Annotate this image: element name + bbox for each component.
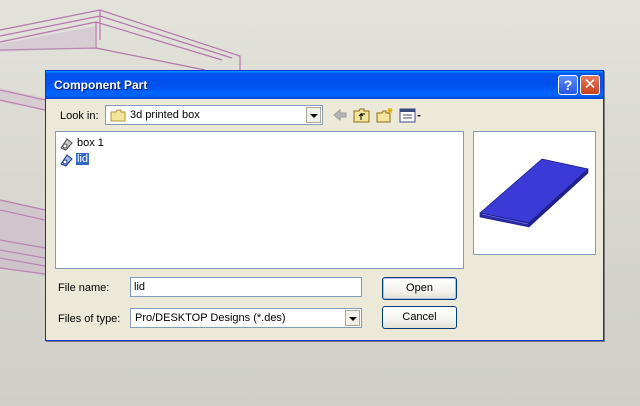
part-preview [473,131,596,255]
files-of-type-value: Pro/DESKTOP Designs (*.des) [135,312,286,324]
close-icon: ✕ [583,76,597,93]
cancel-button[interactable]: Cancel [382,306,457,329]
dialog-title: Component Part [54,78,148,92]
look-in-value: 3d printed box [130,109,200,121]
close-button[interactable]: ✕ [580,75,600,95]
file-name-value: lid [134,281,146,293]
part-design-icon [60,138,73,151]
up-folder-icon[interactable] [353,107,371,124]
new-folder-icon[interactable] [376,107,394,124]
help-icon: ? [563,77,573,93]
open-button[interactable]: Open [382,277,457,300]
files-of-type-label: Files of type: [58,313,121,325]
look-in-dropdown[interactable]: 3d printed box [105,105,323,125]
lid-part-thumbnail [479,158,589,228]
help-button[interactable]: ? [558,75,578,95]
chevron-down-icon[interactable] [306,107,321,123]
file-name-field[interactable]: lid [130,277,362,297]
file-name-label: lid [76,153,90,165]
file-list[interactable]: box 1 lid [55,131,464,269]
back-icon[interactable] [331,107,349,124]
files-of-type-dropdown[interactable]: Pro/DESKTOP Designs (*.des) [130,308,362,328]
folder-icon [110,109,126,122]
title-bar[interactable]: Component Part ? ✕ [46,71,603,99]
chevron-down-icon[interactable] [345,310,360,326]
file-name-label: box 1 [77,137,104,149]
component-part-dialog: Component Part ? ✕ Look in: 3d printed b… [45,70,604,341]
view-menu-icon[interactable] [399,107,423,124]
look-in-label: Look in: [60,110,99,122]
file-name-label: File name: [58,282,110,294]
part-design-icon [60,154,73,167]
